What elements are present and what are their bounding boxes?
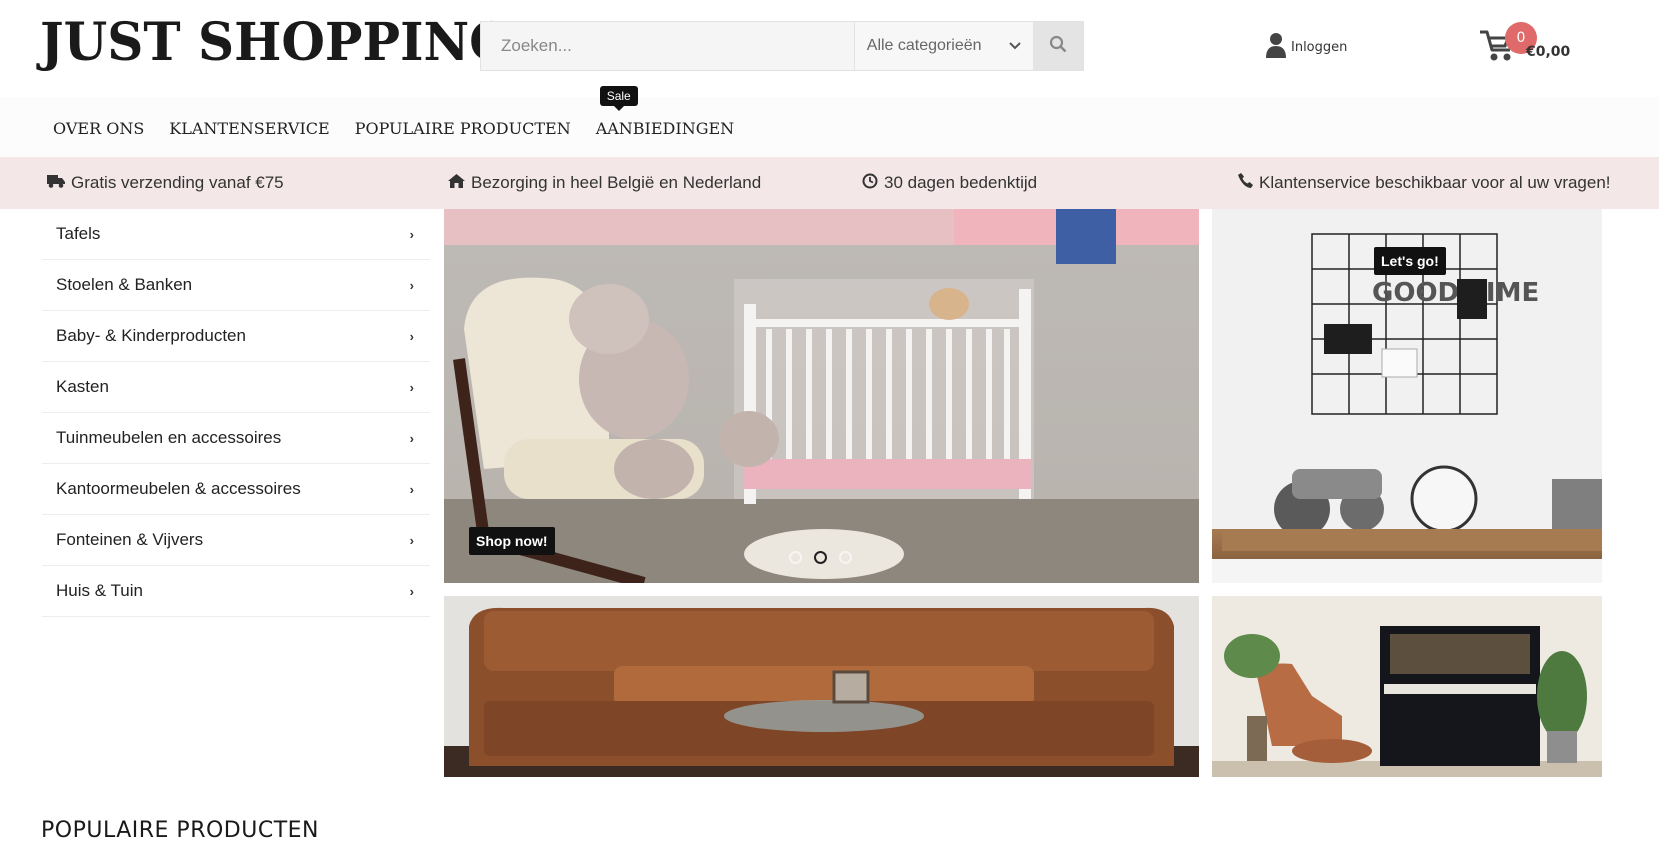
usp-item-shipping: Gratis verzending vanaf €75 — [47, 157, 284, 209]
chevron-right-icon: › — [409, 481, 414, 497]
search-icon — [1049, 35, 1067, 57]
slider-dots — [789, 551, 852, 564]
sofa-image — [444, 596, 1199, 777]
section-title-popular: POPULAIRE PRODUCTEN — [41, 818, 320, 843]
usp-item-delivery: Bezorging in heel België en Nederland — [448, 157, 761, 209]
lets-go-button[interactable]: Let's go! — [1374, 247, 1446, 275]
search-input[interactable] — [481, 22, 854, 70]
hero-slider[interactable]: Shop now! — [444, 209, 1199, 583]
usp-item-return: 30 dagen bedenktijd — [862, 157, 1037, 209]
chevron-right-icon: › — [409, 430, 414, 446]
category-sidebar: Tafels › Stoelen & Banken › Baby- & Kinder… — [42, 209, 430, 617]
site-logo[interactable]: JUST SHOPPING — [40, 11, 512, 73]
nav-item-populaire-producten[interactable]: POPULAIRE PRODUCTEN — [355, 119, 571, 138]
chevron-right-icon: › — [409, 277, 414, 293]
category-item-kasten[interactable]: Kasten › — [42, 362, 430, 413]
slider-dot[interactable] — [789, 551, 802, 564]
search-button[interactable] — [1033, 22, 1083, 70]
category-label: Huis & Tuin — [56, 581, 143, 600]
usp-text: Klantenservice beschikbaar voor al uw vr… — [1259, 173, 1611, 192]
usp-text: 30 dagen bedenktijd — [884, 173, 1038, 192]
usp-text: Bezorging in heel België en Nederland — [471, 173, 762, 192]
category-label: Kasten — [56, 377, 109, 396]
chevron-right-icon: › — [409, 532, 414, 548]
board-text: GOOD TIME — [1372, 278, 1539, 308]
user-icon — [1266, 32, 1286, 62]
usp-text: Gratis verzending vanaf €75 — [71, 173, 284, 192]
chevron-right-icon: › — [409, 328, 414, 344]
lounge-banner[interactable] — [1212, 596, 1602, 777]
main-nav: OVER ONS KLANTENSERVICE POPULAIRE PRODUC… — [0, 86, 1659, 157]
search-bar: Alle categorieën — [480, 21, 1084, 71]
slider-dot[interactable] — [839, 551, 852, 564]
cart-button[interactable]: 0 €0,00 — [1478, 22, 1598, 66]
category-select-value: Alle categorieën — [866, 37, 982, 54]
nursery-image — [444, 209, 1199, 583]
decor-banner[interactable]: GOOD TIME Let's go! — [1212, 209, 1602, 583]
truck-icon — [47, 173, 65, 193]
sofa-banner[interactable] — [444, 596, 1199, 777]
category-item-tafels[interactable]: Tafels › — [42, 209, 430, 260]
nav-item-aanbiedingen-label: AANBIEDINGEN — [595, 119, 735, 138]
lounge-image — [1212, 596, 1602, 777]
category-item-stoelen-banken[interactable]: Stoelen & Banken › — [42, 260, 430, 311]
category-label: Tafels — [56, 224, 101, 243]
usp-bar: Gratis verzending vanaf €75 Bezorging in… — [0, 157, 1659, 209]
login-link[interactable]: Inloggen — [1266, 32, 1347, 62]
slider-dot-active[interactable] — [814, 551, 827, 564]
sale-badge: Sale — [599, 86, 638, 111]
phone-icon — [1238, 173, 1253, 193]
home-icon — [448, 173, 465, 193]
category-item-kantoormeubelen[interactable]: Kantoormeubelen & accessoires › — [42, 464, 430, 515]
category-select[interactable]: Alle categorieën — [853, 22, 1034, 70]
nav-item-over-ons[interactable]: OVER ONS — [53, 119, 144, 138]
clock-icon — [862, 173, 878, 194]
category-item-fonteinen-vijvers[interactable]: Fonteinen & Vijvers › — [42, 515, 430, 566]
chevron-down-icon — [1009, 37, 1021, 55]
category-label: Fonteinen & Vijvers — [56, 530, 204, 549]
login-label: Inloggen — [1291, 39, 1348, 55]
category-label: Kantoormeubelen & accessoires — [56, 479, 301, 498]
category-label: Tuinmeubelen en accessoires — [56, 428, 282, 447]
category-item-huis-tuin[interactable]: Huis & Tuin › — [42, 566, 430, 617]
usp-item-service: Klantenservice beschikbaar voor al uw vr… — [1238, 157, 1611, 209]
category-item-tuinmeubelen[interactable]: Tuinmeubelen en accessoires › — [42, 413, 430, 464]
category-label: Stoelen & Banken — [56, 275, 193, 294]
chevron-right-icon: › — [409, 583, 414, 599]
category-item-baby-kinderproducten[interactable]: Baby- & Kinderproducten › — [42, 311, 430, 362]
chevron-right-icon: › — [409, 379, 414, 395]
chevron-right-icon: › — [409, 226, 414, 242]
category-label: Baby- & Kinderproducten — [56, 326, 246, 345]
cart-total: €0,00 — [1526, 44, 1571, 60]
nav-item-aanbiedingen[interactable]: Sale AANBIEDINGEN — [595, 86, 735, 138]
nav-item-klantenservice[interactable]: KLANTENSERVICE — [169, 119, 329, 138]
shop-now-button[interactable]: Shop now! — [469, 527, 555, 555]
